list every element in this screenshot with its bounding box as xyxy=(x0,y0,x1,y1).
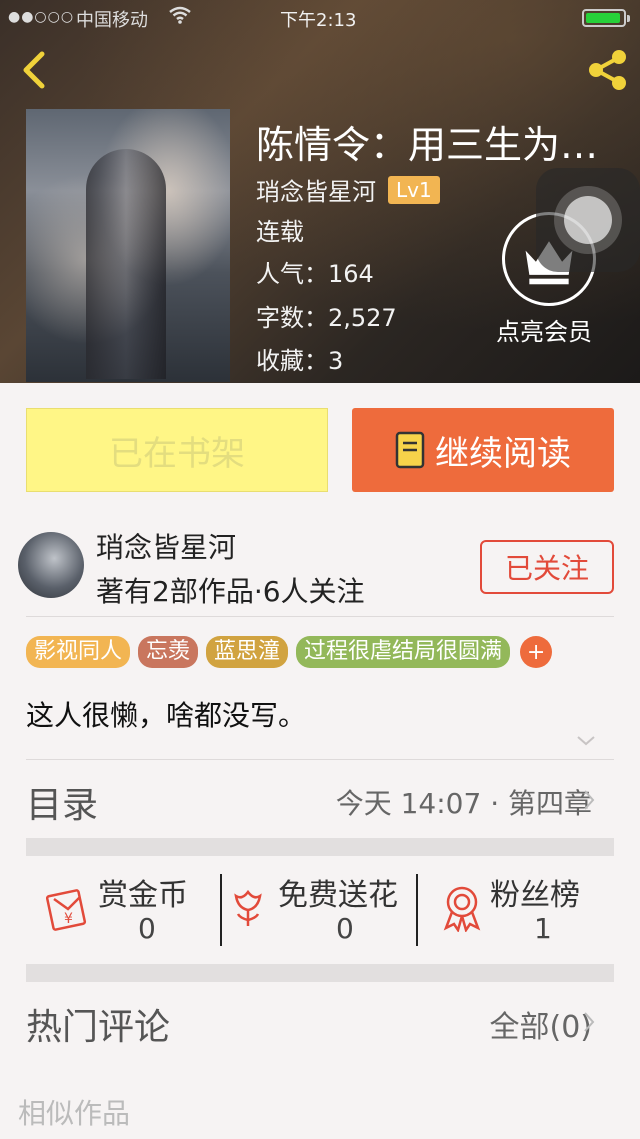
reward-fans-label: 粉丝榜 xyxy=(490,878,580,913)
add-tag-icon[interactable]: + xyxy=(520,636,553,668)
chevron-right-icon xyxy=(584,790,595,810)
latest-update[interactable]: 今天 14:07 · 第四章 xyxy=(336,782,592,822)
ribbon-medal-icon xyxy=(443,886,481,932)
book-word-count: 字数：2,527 xyxy=(256,304,397,332)
chevron-down-icon[interactable] xyxy=(574,732,598,750)
continue-reading-button[interactable]: 继续阅读 xyxy=(352,408,614,492)
all-comments-link[interactable]: 全部(0) xyxy=(490,1002,593,1046)
book-intro: 这人很懒，啥都没写。 xyxy=(26,699,307,732)
book-status: 连载 xyxy=(256,218,304,246)
level-badge: Lv1 xyxy=(388,175,440,204)
assistive-touch-button[interactable] xyxy=(536,168,640,272)
on-shelf-button[interactable]: 已在书架 xyxy=(26,408,328,492)
status-time: 下午2:13 xyxy=(280,10,357,31)
reward-flower-label: 免费送花 xyxy=(278,878,398,913)
divider xyxy=(416,874,418,946)
divider xyxy=(26,616,614,617)
battery-icon xyxy=(582,9,630,27)
toc-label[interactable]: 目录 xyxy=(26,776,98,828)
author-name[interactable]: 琑念皆星河 xyxy=(96,526,236,566)
flower-icon xyxy=(234,889,262,926)
vip-label[interactable]: 点亮会员 xyxy=(496,312,592,347)
svg-text:¥: ¥ xyxy=(64,911,73,927)
followed-button[interactable]: 已关注 xyxy=(480,540,614,594)
tag-list: 影视同人 忘羡 蓝思潼 过程很虐结局很圆满 + xyxy=(26,636,553,668)
back-icon[interactable] xyxy=(14,48,54,92)
similar-works-label: 相似作品 xyxy=(18,1097,131,1130)
hot-comments-label: 热门评论 xyxy=(26,1007,171,1048)
reward-gold-value: 0 xyxy=(138,912,156,945)
author-avatar[interactable] xyxy=(18,532,84,598)
section-gap xyxy=(26,964,614,982)
divider xyxy=(26,759,614,760)
book-author-line: 琑念皆星河 Lv1 xyxy=(256,172,440,207)
book-icon xyxy=(395,431,425,469)
reward-flower-value: 0 xyxy=(336,912,354,945)
book-popularity: 人气：164 xyxy=(256,260,374,288)
author-stats: 著有2部作品·6人关注 xyxy=(96,575,365,608)
status-bar: ●●○○○ 中国移动 下午2:13 xyxy=(0,0,640,36)
reward-gold-label: 赏金币 xyxy=(98,878,188,913)
share-icon[interactable] xyxy=(584,48,630,92)
signal-dots: ●●○○○ xyxy=(8,9,75,25)
tag[interactable]: 蓝思潼 xyxy=(206,636,289,668)
reward-fans-value: 1 xyxy=(534,912,552,945)
tag[interactable]: 影视同人 xyxy=(26,636,131,668)
book-title: 陈情令：用三生为… xyxy=(256,123,599,167)
tag[interactable]: 过程很虐结局很圆满 xyxy=(296,636,511,668)
chevron-right-icon xyxy=(584,1012,595,1032)
section-gap xyxy=(26,838,614,856)
on-shelf-label: 已在书架 xyxy=(109,433,245,474)
divider xyxy=(220,874,222,946)
book-cover[interactable] xyxy=(26,109,230,382)
continue-reading-label: 继续阅读 xyxy=(435,433,571,474)
cover-figure xyxy=(86,149,166,379)
book-favorites: 收藏：3 xyxy=(256,347,344,375)
red-envelope-icon: ¥ xyxy=(46,889,87,931)
wifi-icon xyxy=(169,6,191,24)
tag[interactable]: 忘羡 xyxy=(138,636,199,668)
book-author[interactable]: 琑念皆星河 xyxy=(256,172,376,207)
carrier-name: 中国移动 xyxy=(76,10,148,31)
followed-label: 已关注 xyxy=(504,552,589,585)
